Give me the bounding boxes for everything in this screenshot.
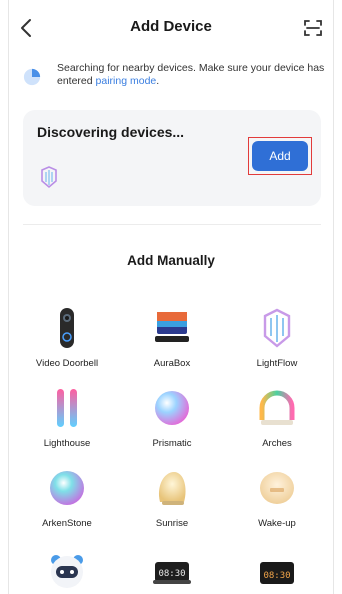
device-label: Wake-up (258, 518, 296, 529)
device-tile-aurabox[interactable]: AuraBox (122, 298, 222, 374)
discovering-card: Discovering devices... Add (23, 110, 321, 206)
prismatic-icon (155, 391, 189, 425)
lightflow-device-icon (41, 166, 57, 189)
alarm-clock-time: 08:30 (158, 569, 185, 579)
pairing-mode-link[interactable]: pairing mode (96, 75, 157, 87)
lightflow-icon (263, 308, 291, 348)
arkenstone-icon (50, 471, 84, 505)
arches-icon (259, 390, 295, 425)
lighthouse-icon (57, 389, 77, 427)
aurabox-icon (155, 312, 189, 342)
alarm-clock-icon: 08:30 (153, 562, 191, 584)
searching-spinner-icon (23, 68, 41, 86)
device-tile-alarm-clock[interactable]: 08:30 (122, 538, 222, 594)
header: Add Device (9, 10, 333, 46)
scan-icon[interactable] (301, 16, 325, 40)
page-title: Add Device (130, 18, 212, 35)
sunrise-icon (158, 472, 186, 505)
search-status: Searching for nearby devices. Make sure … (23, 62, 325, 92)
device-tile-arkenstone[interactable]: ArkenStone (17, 458, 117, 534)
device-tile-lightflow[interactable]: LightFlow (227, 298, 327, 374)
search-hint: Searching for nearby devices. Make sure … (57, 62, 325, 88)
add-manually-title: Add Manually (127, 253, 215, 268)
device-tile-video-doorbell[interactable]: Video Doorbell (17, 298, 117, 374)
device-label: AuraBox (153, 358, 191, 369)
device-label: Prismatic (152, 438, 192, 449)
search-hint-suffix: . (156, 75, 160, 87)
clock-display-icon: 08:30 (260, 562, 294, 584)
add-button[interactable]: Add (252, 141, 308, 171)
device-label: Lighthouse (43, 438, 91, 449)
clock-display-time: 08:30 (263, 571, 290, 581)
device-label: Arches (262, 438, 292, 449)
device-tile-arches[interactable]: Arches (227, 378, 327, 454)
robot-light-icon (51, 555, 83, 588)
device-tile-prismatic[interactable]: Prismatic (122, 378, 222, 454)
discovering-title: Discovering devices... (37, 124, 185, 140)
device-tile-sunrise[interactable]: Sunrise (122, 458, 222, 534)
device-label: Video Doorbell (35, 358, 99, 369)
device-label: ArkenStone (42, 518, 92, 529)
wake-up-icon (260, 472, 294, 504)
device-tile-lighthouse[interactable]: Lighthouse (17, 378, 117, 454)
divider (23, 224, 321, 225)
device-label: LightFlow (256, 358, 298, 369)
device-tile-robot-light[interactable] (17, 538, 117, 594)
add-device-screen: Add Device Searching for nearby devices.… (8, 0, 334, 594)
device-label: Sunrise (155, 518, 189, 529)
device-tile-wake-up[interactable]: Wake-up (227, 458, 327, 534)
video-doorbell-icon (60, 308, 74, 348)
device-tile-clock-display[interactable]: 08:30 (227, 538, 327, 594)
